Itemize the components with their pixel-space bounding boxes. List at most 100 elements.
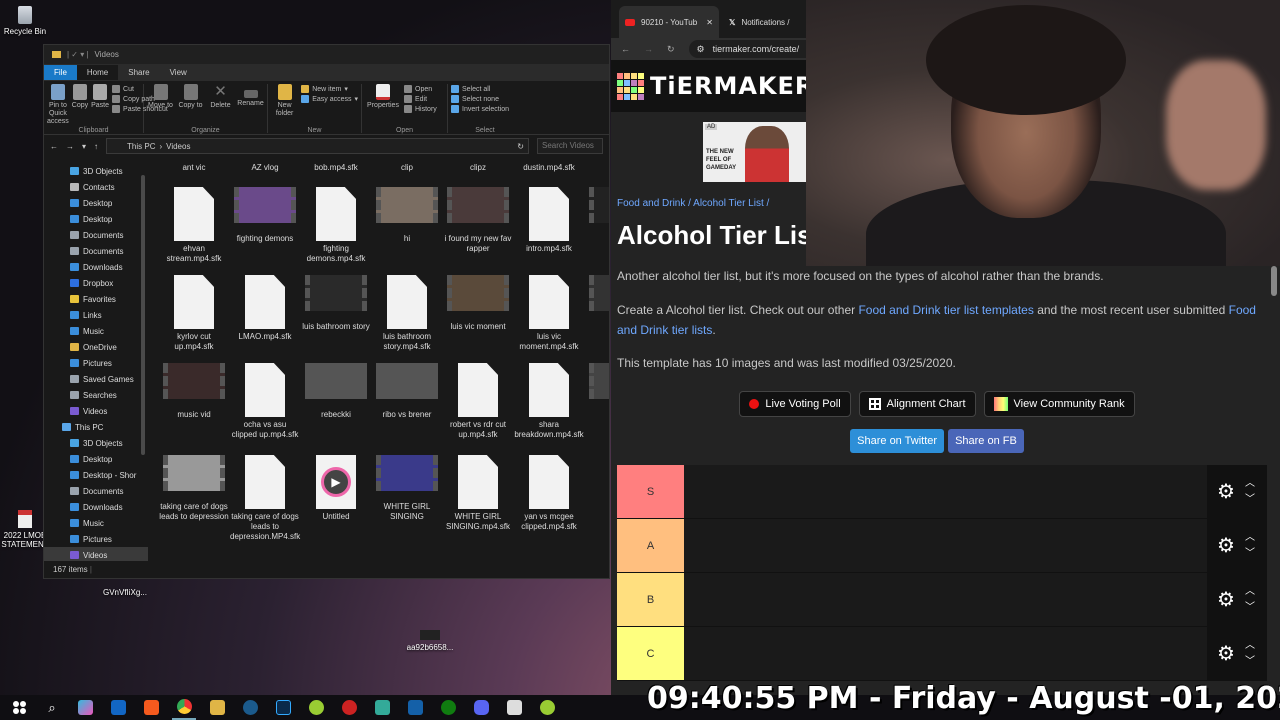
tab-view[interactable]: View	[160, 65, 197, 80]
taskbar-file-explorer[interactable]	[205, 696, 229, 720]
file-item[interactable]: WHITE GIRL SINGING	[372, 455, 442, 522]
file-item[interactable]: clipz	[443, 163, 513, 173]
file-item[interactable]: music vid	[159, 363, 229, 420]
search-button[interactable]: ⌕	[40, 696, 64, 720]
file-item[interactable]: luis bathroom story.mp4.sfk	[372, 275, 442, 352]
chevron-down-icon[interactable]: ﹀	[1245, 494, 1255, 505]
tab-youtube[interactable]: 90210 - YouTub ✕	[619, 6, 719, 38]
file-item[interactable]: luis vic moment	[443, 275, 513, 332]
file-item[interactable]: shara breakdown.mp4.sfk	[514, 363, 584, 440]
nav-scrollbar[interactable]	[140, 165, 146, 561]
file-item[interactable]: ribo vs brener	[372, 363, 442, 420]
file-item[interactable]: luis bathroom story	[301, 275, 371, 332]
breadcrumb-videos[interactable]: Videos	[166, 142, 190, 151]
gear-icon[interactable]: ⚙	[1217, 644, 1235, 664]
forward-arrow-icon[interactable]: →	[66, 142, 74, 151]
file-item[interactable]: robert vs rdr cut up.mp4.sfk	[443, 363, 513, 440]
food-drink-templates-link[interactable]: Food and Drink tier list templates	[858, 303, 1033, 317]
properties-button[interactable]: Properties	[365, 84, 401, 133]
new-folder-button[interactable]: New folder	[271, 84, 298, 133]
nav-item[interactable]: Documents	[44, 483, 148, 499]
live-voting-poll-button[interactable]: Live Voting Poll	[739, 391, 851, 417]
nav-scrollbar-thumb[interactable]	[141, 175, 145, 455]
chevron-up-icon[interactable]: ︿	[1245, 586, 1255, 597]
start-button[interactable]	[7, 696, 31, 720]
taskbar-steam[interactable]	[238, 696, 262, 720]
forward-arrow-icon[interactable]: →	[644, 44, 653, 54]
select-none-button[interactable]: Select none	[451, 95, 509, 103]
back-arrow-icon[interactable]: ←	[50, 142, 58, 151]
move-to-button[interactable]: Move to	[147, 84, 174, 133]
taskbar-store[interactable]	[370, 696, 394, 720]
file-item[interactable]: silv	[585, 363, 609, 420]
paste-button[interactable]: Paste	[91, 84, 109, 133]
file-item[interactable]: taking care of dogs leads to depression	[159, 455, 229, 522]
file-item[interactable]: ehvan stream.mp4.sfk	[159, 187, 229, 264]
tab-home[interactable]: Home	[76, 65, 119, 80]
file-item[interactable]: dustin.mp4.sfk	[514, 163, 584, 173]
tier-drop-zone[interactable]	[684, 573, 1207, 626]
close-icon[interactable]: ✕	[706, 18, 713, 27]
nav-item[interactable]: Pictures	[44, 355, 148, 371]
taskbar-outlook[interactable]	[106, 696, 130, 720]
tier-label[interactable]: S	[617, 465, 684, 518]
recent-chevron-icon[interactable]: ▾	[82, 142, 86, 151]
nav-item[interactable]: Dropbox	[44, 275, 148, 291]
taskbar-discord[interactable]	[469, 696, 493, 720]
search-input[interactable]: Search Videos	[537, 138, 603, 154]
tier-label[interactable]: C	[617, 627, 684, 680]
gear-icon[interactable]: ⚙	[1217, 482, 1235, 502]
tab-share[interactable]: Share	[118, 65, 159, 80]
tier-drop-zone[interactable]	[684, 627, 1207, 680]
address-path[interactable]: This PC › Videos ↻	[106, 138, 529, 154]
quick-access-toolbar[interactable]: | ✓ ▾ |	[67, 50, 89, 59]
alignment-chart-button[interactable]: Alignment Chart	[858, 391, 976, 417]
file-item[interactable]: taking care of dogs leads to depression.…	[230, 455, 300, 542]
nav-item[interactable]: This PC	[44, 419, 148, 435]
file-item[interactable]: luis vic moment.mp4.sfk	[514, 275, 584, 352]
taskbar-app-red[interactable]	[337, 696, 361, 720]
file-item[interactable]: AZ vlog	[230, 163, 300, 173]
open-button[interactable]: Open	[404, 85, 437, 93]
reload-icon[interactable]: ↻	[667, 44, 675, 55]
file-item[interactable]: clip	[372, 163, 442, 173]
file-item[interactable]: m	[585, 275, 609, 332]
gear-icon[interactable]: ⚙	[1217, 590, 1235, 610]
desktop-file-2[interactable]: aa92b6658...	[395, 630, 465, 652]
pin-quick-access-button[interactable]: Pin to Quick access	[47, 84, 69, 133]
taskbar-app-green-2[interactable]	[535, 696, 559, 720]
up-arrow-icon[interactable]: ↑	[94, 142, 98, 151]
file-item[interactable]: bob.mp4.sfk	[301, 163, 371, 173]
tier-drop-zone[interactable]	[684, 465, 1207, 518]
recycle-bin-icon[interactable]: Recycle Bin	[0, 6, 60, 36]
file-item[interactable]: eh	[585, 163, 609, 173]
history-button[interactable]: History	[404, 105, 437, 113]
nav-item[interactable]: Favorites	[44, 291, 148, 307]
gear-icon[interactable]: ⚙	[1217, 536, 1235, 556]
back-arrow-icon[interactable]: ←	[621, 44, 630, 54]
file-item[interactable]: intro.mp4.sfk	[514, 187, 584, 254]
file-item[interactable]: WHITE GIRL SINGING.mp4.sfk	[443, 455, 513, 532]
delete-button[interactable]: ✕ Delete	[207, 84, 234, 133]
file-item[interactable]: ocha vs asu clipped up.mp4.sfk	[230, 363, 300, 440]
taskbar-app-green[interactable]	[304, 696, 328, 720]
file-item[interactable]: hi	[372, 187, 442, 244]
chevron-down-icon[interactable]: ﹀	[1245, 656, 1255, 667]
view-community-rank-button[interactable]: View Community Rank	[983, 391, 1135, 417]
tier-drop-zone[interactable]	[684, 519, 1207, 572]
desktop-file-1[interactable]: GVnVfIiXg...	[90, 588, 160, 597]
page-scrollbar[interactable]	[1271, 266, 1277, 695]
nav-item[interactable]: Videos	[44, 403, 148, 419]
share-twitter-button[interactable]: Share on Twitter	[850, 429, 945, 453]
nav-item[interactable]: 3D Objects	[44, 163, 148, 179]
copy-button[interactable]: Copy	[72, 84, 88, 133]
nav-item[interactable]: Desktop	[44, 451, 148, 467]
chevron-up-icon[interactable]: ︿	[1245, 640, 1255, 651]
refresh-icon[interactable]: ↻	[517, 142, 528, 151]
site-info-icon[interactable]: ⚙	[697, 44, 705, 55]
nav-item[interactable]: Desktop	[44, 211, 148, 227]
file-item[interactable]: rebeckki	[301, 363, 371, 420]
tier-label[interactable]: A	[617, 519, 684, 572]
advertisement[interactable]: AD THE NEW FEEL OF GAMEDAY	[703, 122, 813, 182]
tab-file[interactable]: File	[44, 65, 77, 80]
